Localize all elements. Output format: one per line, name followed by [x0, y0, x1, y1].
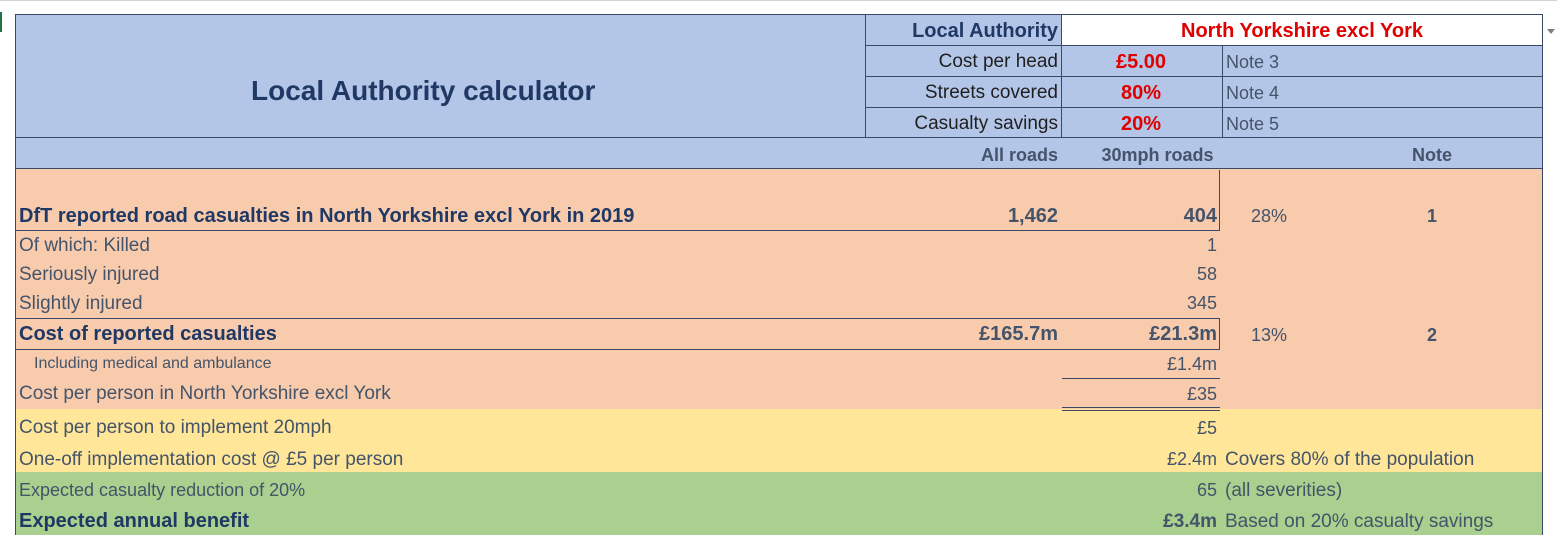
border: [15, 14, 1542, 15]
killed-30mph: 1: [1206, 235, 1217, 255]
right-gutter: [1542, 0, 1557, 535]
page-title: Local Authority calculator: [251, 75, 596, 106]
cost-all-roads: £165.7m: [979, 323, 1058, 345]
border: [865, 76, 1542, 77]
implement-30mph: £5: [1196, 418, 1217, 438]
border: [865, 45, 1542, 46]
note-3: Note 3: [1226, 52, 1280, 72]
seriously-30mph: 58: [1196, 264, 1217, 284]
row-label-cost: Cost of reported casualties: [19, 323, 277, 345]
reduction-30mph: 65: [1196, 480, 1217, 500]
border: [15, 137, 1542, 138]
row-label-killed: Of which: Killed: [19, 235, 150, 256]
input-label-cost-per-head: Cost per head: [938, 51, 1058, 72]
streets-covered-input[interactable]: 80%: [1062, 83, 1220, 103]
benefit-comment: Based on 20% casualty savings: [1225, 511, 1494, 532]
input-label-local-authority: Local Authority: [912, 20, 1058, 42]
cost-note: 2: [1426, 325, 1437, 345]
row-label-benefit: Expected annual benefit: [19, 510, 250, 532]
reported-pct: 28%: [1251, 206, 1288, 226]
border: [1219, 318, 1220, 349]
row-label-reported: DfT reported road casualties in North Yo…: [19, 205, 635, 227]
border: [15, 318, 1220, 319]
medical-30mph: £1.4m: [1166, 354, 1217, 374]
dropdown-arrow-icon[interactable]: [1546, 24, 1556, 36]
double-underline: [1062, 407, 1220, 408]
casualty-savings-input[interactable]: 20%: [1062, 114, 1220, 134]
row-label-implement: Cost per person to implement 20mph: [19, 417, 332, 438]
row-label-one-off: One-off implementation cost @ £5 per per…: [19, 449, 404, 470]
top-gridline: [0, 0, 1557, 1]
border: [1222, 45, 1223, 137]
border: [15, 168, 1542, 169]
border: [1219, 170, 1220, 230]
column-header-all-roads: All roads: [980, 145, 1058, 165]
local-authority-select[interactable]: North Yorkshire excl York: [1062, 21, 1542, 41]
row-label-per-person: Cost per person in North Yorkshire excl …: [19, 383, 391, 404]
input-label-streets-covered: Streets covered: [924, 82, 1058, 103]
input-label-casualty-savings: Casualty savings: [914, 113, 1058, 134]
row-label-seriously: Seriously injured: [19, 264, 160, 285]
reported-30mph: 404: [1183, 205, 1217, 227]
column-header-note: Note: [1412, 145, 1452, 165]
reported-all-roads: 1,462: [1007, 205, 1058, 227]
per-person-30mph: £35: [1186, 384, 1217, 404]
row-label-medical: Including medical and ambulance: [34, 355, 272, 372]
one-off-30mph: £2.4m: [1166, 449, 1217, 469]
selection-marker: [0, 12, 2, 32]
border: [15, 14, 16, 535]
note-4: Note 4: [1226, 83, 1280, 103]
row-label-slightly: Slightly injured: [19, 293, 143, 314]
border: [865, 107, 1542, 108]
benefit-30mph: £3.4m: [1163, 511, 1217, 532]
row-gutter: [0, 0, 15, 535]
cost-30mph: £21.3m: [1149, 323, 1217, 345]
one-off-comment: Covers 80% of the population: [1225, 449, 1475, 470]
border: [15, 349, 1220, 350]
row-label-reduction: Expected casualty reduction of 20%: [19, 480, 306, 500]
column-header-30mph-roads: 30mph roads: [1101, 145, 1214, 165]
border: [1542, 14, 1543, 535]
cost-pct: 13%: [1251, 325, 1288, 345]
cost-per-head-input[interactable]: £5.00: [1062, 52, 1220, 72]
note-5: Note 5: [1226, 114, 1280, 134]
reported-note: 1: [1426, 206, 1437, 226]
reduction-comment: (all severities): [1225, 480, 1343, 501]
slightly-30mph: 345: [1186, 293, 1217, 313]
double-underline: [1062, 410, 1220, 411]
border: [1062, 378, 1220, 379]
border: [15, 230, 1220, 231]
